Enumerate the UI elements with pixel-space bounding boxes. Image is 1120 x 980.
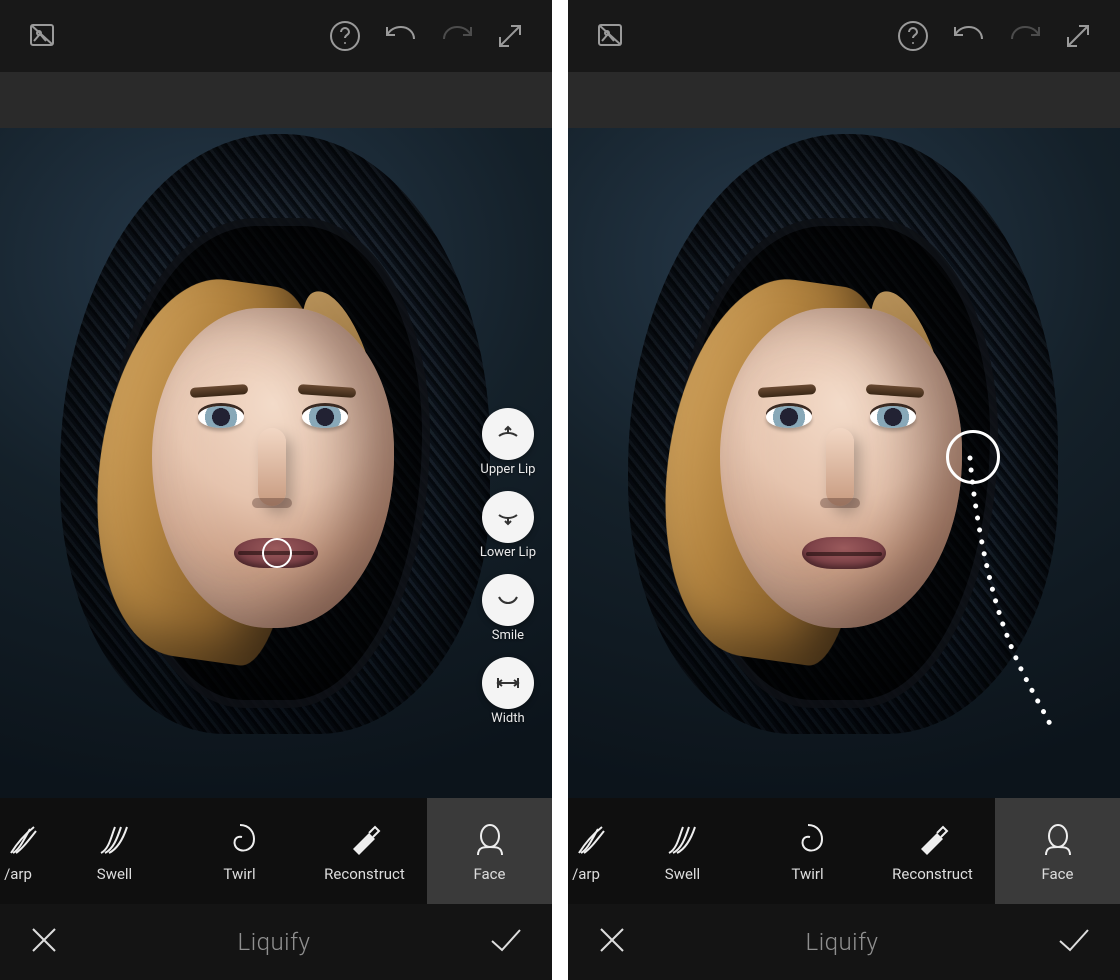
help-icon[interactable] [896,19,930,53]
mode-title: Liquify [238,928,311,956]
face-option-label: Lower Lip [480,545,536,560]
tool-twirl[interactable]: Twirl [177,798,302,904]
face-option-label: Smile [492,628,524,643]
editor-pane-left: Upper Lip Lower Lip Smile [0,0,552,980]
compare-original-icon[interactable] [28,21,58,51]
tool-label: Twirl [791,865,823,883]
fullscreen-icon[interactable] [1064,22,1092,50]
upper-lip-icon [482,408,534,460]
tool-label: Face [473,865,505,883]
cancel-button[interactable] [596,924,628,960]
secondary-toolbar [568,72,1120,128]
editor-pane-right: /arp Swell Twirl Reconstruct Face [568,0,1120,980]
face-mouth-options: Upper Lip Lower Lip Smile [480,408,536,726]
undo-icon[interactable] [952,21,986,51]
tool-swell[interactable]: Swell [620,798,745,904]
face-feature-marker[interactable] [262,538,292,568]
close-icon [28,924,60,956]
fullscreen-icon[interactable] [496,22,524,50]
face-option-label: Width [491,711,524,726]
width-icon [482,657,534,709]
top-toolbar [0,0,552,72]
tool-label: Reconstruct [892,865,973,883]
face-option-smile[interactable]: Smile [482,574,534,643]
bottom-action-bar: Liquify [0,904,552,980]
lower-lip-icon [482,491,534,543]
tool-label: Reconstruct [324,865,405,883]
tool-reconstruct[interactable]: Reconstruct [870,798,995,904]
bottom-action-bar: Liquify [568,904,1120,980]
check-icon [488,924,524,956]
tool-warp[interactable]: /arp [0,798,52,904]
face-option-lower-lip[interactable]: Lower Lip [480,491,536,560]
tool-swell[interactable]: Swell [52,798,177,904]
tool-label: Face [1041,865,1073,883]
tool-reconstruct[interactable]: Reconstruct [302,798,427,904]
help-icon[interactable] [328,19,362,53]
tool-face[interactable]: Face [995,798,1120,904]
mode-title: Liquify [806,928,879,956]
tool-warp[interactable]: /arp [568,798,620,904]
redo-icon[interactable] [440,21,474,51]
tool-face[interactable]: Face [427,798,552,904]
redo-icon[interactable] [1008,21,1042,51]
canvas[interactable]: Upper Lip Lower Lip Smile [0,128,552,798]
tool-twirl[interactable]: Twirl [745,798,870,904]
undo-icon[interactable] [384,21,418,51]
liquify-tool-strip: /arp Swell Twirl Reconstruct Face [0,798,552,904]
face-option-label: Upper Lip [480,462,535,477]
tool-label: Twirl [223,865,255,883]
compare-original-icon[interactable] [596,21,626,51]
face-option-width[interactable]: Width [482,657,534,726]
face-option-upper-lip[interactable]: Upper Lip [480,408,535,477]
tool-label: Swell [665,865,700,883]
tool-label: /arp [572,865,600,883]
tool-label: Swell [97,865,132,883]
close-icon [596,924,628,956]
secondary-toolbar [0,72,552,128]
canvas[interactable] [568,128,1120,798]
cancel-button[interactable] [28,924,60,960]
check-icon [1056,924,1092,956]
tool-label: /arp [4,865,32,883]
top-toolbar [568,0,1120,72]
gesture-handle-ring[interactable] [946,430,1000,484]
smile-icon [482,574,534,626]
liquify-tool-strip: /arp Swell Twirl Reconstruct Face [568,798,1120,904]
apply-button[interactable] [488,924,524,960]
apply-button[interactable] [1056,924,1092,960]
